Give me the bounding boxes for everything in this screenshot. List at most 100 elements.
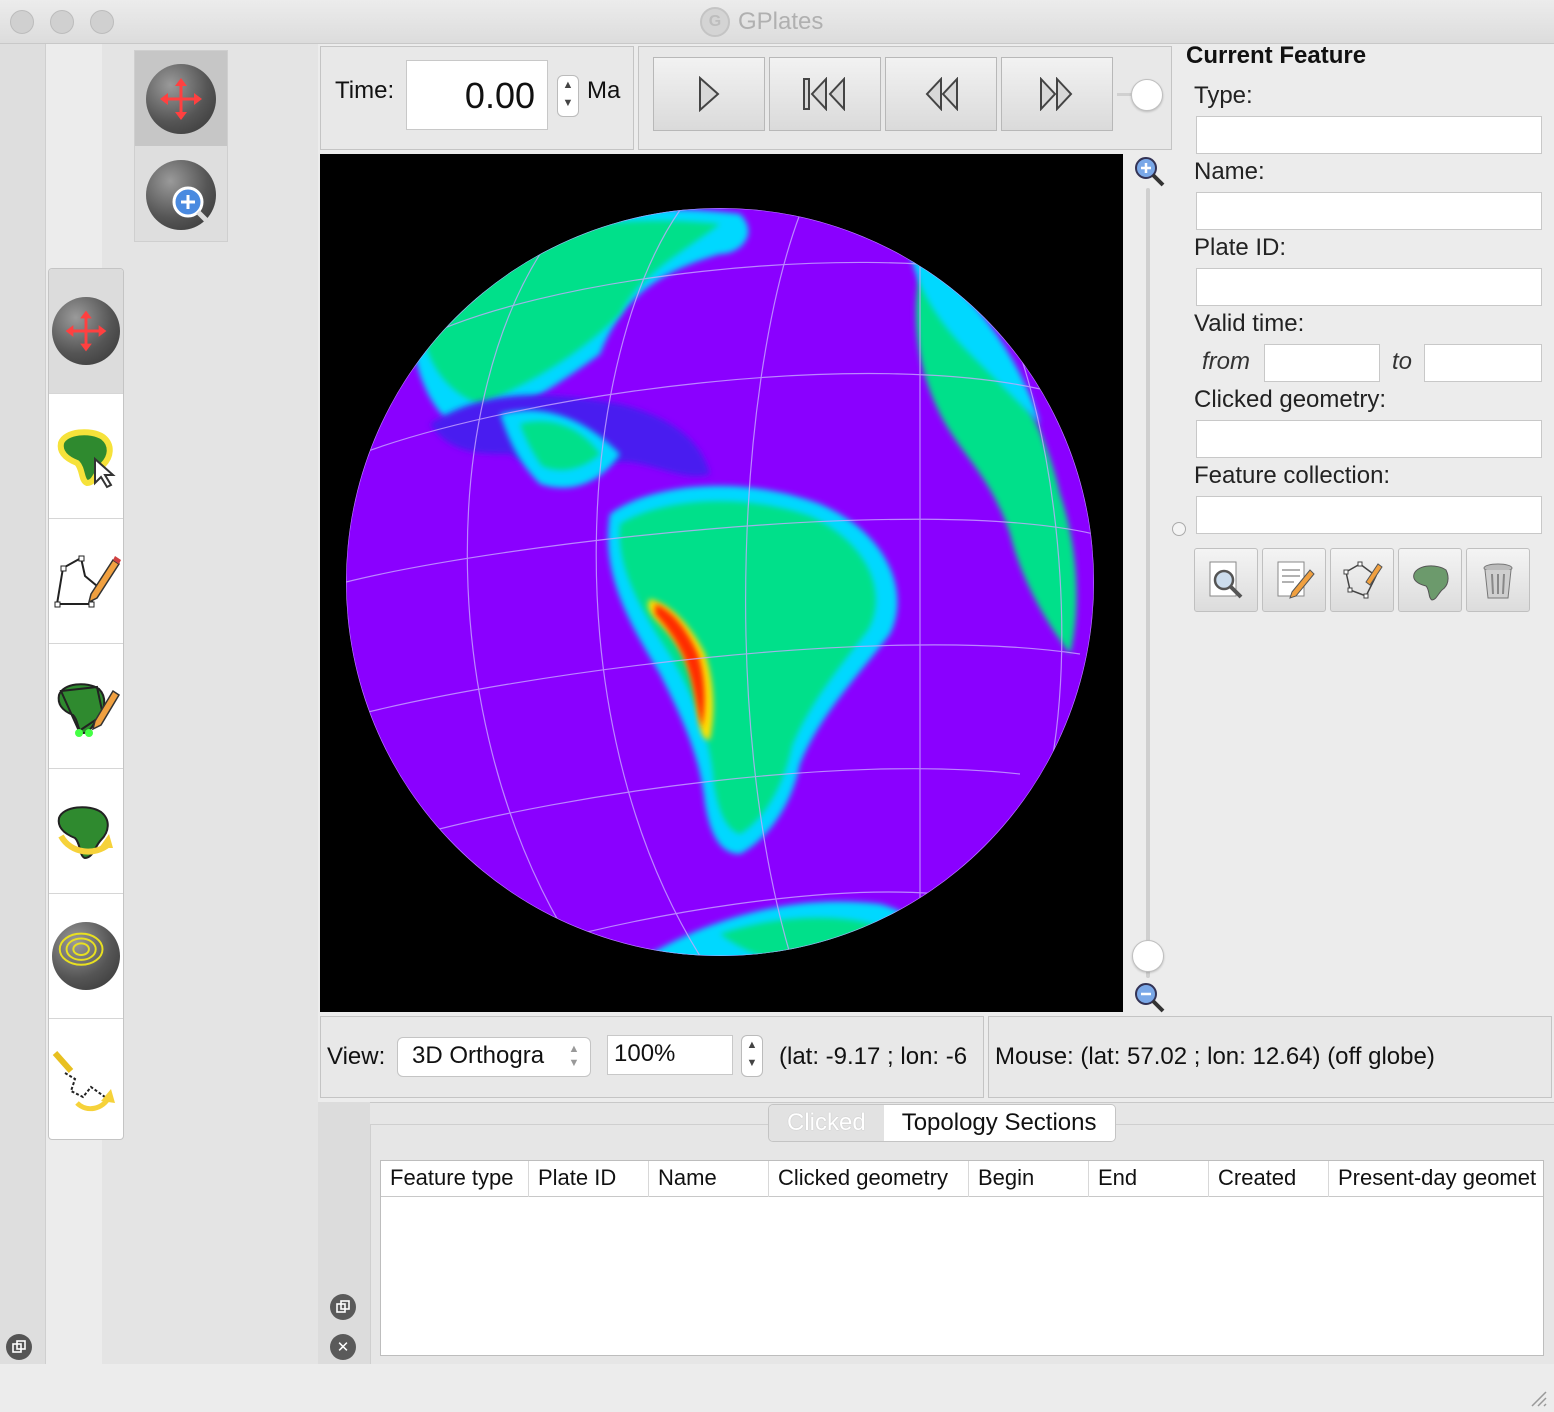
projection-value: 3D Orthogra	[412, 1042, 545, 1069]
resize-grip-icon[interactable]	[1528, 1388, 1548, 1408]
query-feature-icon	[1209, 561, 1243, 599]
feature-table-dock-strip	[318, 1102, 370, 1364]
view-bar: View: 3D Orthogra ▲ ▼ 100% ▲ ▼ (lat: -9.17…	[320, 1016, 984, 1098]
name-field[interactable]	[1196, 192, 1542, 230]
zoom-slider-track[interactable]	[1146, 188, 1150, 978]
globe-canvas[interactable]	[320, 154, 1123, 1012]
window-title: GPlates	[738, 8, 824, 35]
animation-slider-knob[interactable]	[1131, 79, 1163, 111]
globe-view[interactable]	[320, 154, 1123, 1012]
drag-globe-canvas-tool[interactable]	[49, 269, 123, 394]
feature-collection-field[interactable]	[1196, 496, 1542, 534]
mouse-coordinates-bar: Mouse: (lat: 57.02 ; lon: 12.64) (off gl…	[988, 1016, 1552, 1098]
zoom-spinner[interactable]: ▲ ▼	[741, 1035, 763, 1077]
minimize-window-button[interactable]	[50, 10, 74, 34]
column-feature-type[interactable]: Feature type	[381, 1161, 529, 1197]
time-input[interactable]: 0.00	[406, 60, 548, 130]
step-back-icon	[925, 77, 958, 111]
step-back-button[interactable]	[885, 57, 997, 131]
close-window-button[interactable]	[10, 10, 34, 34]
trash-icon	[1483, 563, 1513, 599]
split-feature-tool[interactable]	[49, 1019, 123, 1139]
valid-to-field[interactable]	[1424, 344, 1542, 382]
choose-feature-icon	[57, 429, 116, 489]
zoom-globe-tool[interactable]	[135, 147, 227, 242]
column-end[interactable]: End	[1089, 1161, 1209, 1197]
time-label: Time:	[335, 77, 395, 104]
column-begin[interactable]: Begin	[969, 1161, 1089, 1197]
undock-icon[interactable]	[6, 1334, 32, 1360]
move-vertex-tool[interactable]	[49, 644, 123, 769]
choose-feature-tool[interactable]	[49, 394, 123, 519]
name-label: Name:	[1194, 158, 1265, 185]
modify-geometry-icon	[57, 683, 121, 737]
type-field[interactable]	[1196, 116, 1542, 154]
zoom-in-icon[interactable]	[1132, 154, 1166, 188]
time-control: Time: 0.00 ▲ ▼ Ma	[320, 46, 634, 150]
digitise-geometry-tool[interactable]	[49, 519, 123, 644]
current-feature-title: Current Feature	[1186, 42, 1367, 69]
window-title-group: G GPlates	[700, 6, 823, 38]
tool-panel	[102, 44, 318, 1364]
from-label: from	[1202, 348, 1250, 375]
play-button[interactable]	[653, 57, 765, 131]
zoom-out-icon[interactable]	[1132, 980, 1166, 1014]
feature-table[interactable]: Feature type Plate ID Name Clicked geome…	[380, 1160, 1544, 1356]
feature-tabs: Clicked Topology Sections	[768, 1104, 1116, 1142]
manipulate-pole-tool[interactable]	[49, 769, 123, 894]
drag-globe-tool[interactable]	[135, 51, 227, 146]
edit-feature-button[interactable]	[1262, 548, 1326, 612]
feature-collection-label: Feature collection:	[1194, 462, 1391, 489]
left-dock-strip	[0, 44, 46, 1364]
undock-panel-icon[interactable]	[330, 1294, 356, 1320]
digitise-geometry-icon	[54, 555, 121, 608]
time-spinner[interactable]: ▲ ▼	[557, 75, 579, 117]
view-tool-palette	[134, 50, 228, 242]
chevron-up-down-icon: ▲ ▼	[568, 1043, 580, 1069]
feature-shape-icon	[1413, 565, 1449, 601]
zoom-window-button[interactable]	[90, 10, 114, 34]
valid-from-field[interactable]	[1264, 344, 1380, 382]
clicked-geometry-label: Clicked geometry:	[1194, 386, 1387, 413]
small-circle-icon	[52, 922, 120, 990]
zoom-globe-icon	[146, 159, 216, 230]
step-forward-button[interactable]	[1001, 57, 1113, 131]
tab-clicked[interactable]: Clicked	[769, 1105, 884, 1141]
play-icon	[699, 76, 720, 112]
geometry-edit-icon	[1343, 561, 1383, 599]
column-plate-id[interactable]: Plate ID	[529, 1161, 649, 1197]
column-created[interactable]: Created	[1209, 1161, 1329, 1197]
animation-control	[638, 46, 1172, 150]
column-name[interactable]: Name	[649, 1161, 769, 1197]
query-feature-button[interactable]	[1194, 548, 1258, 612]
digitise-geometry-button[interactable]	[1330, 548, 1394, 612]
edit-feature-icon	[1277, 561, 1315, 599]
delete-feature-button[interactable]	[1466, 548, 1530, 612]
view-label: View:	[327, 1043, 386, 1070]
to-label: to	[1392, 348, 1413, 375]
clone-feature-button[interactable]	[1398, 548, 1462, 612]
zoom-percent-input[interactable]: 100%	[607, 1035, 733, 1075]
column-present-day-geometry[interactable]: Present-day geomet	[1329, 1161, 1543, 1197]
zoom-slider-knob[interactable]	[1132, 940, 1164, 972]
valid-time-label: Valid time:	[1194, 310, 1305, 337]
type-label: Type:	[1194, 82, 1253, 109]
reset-icon	[803, 77, 845, 111]
column-clicked-geometry[interactable]: Clicked geometry	[769, 1161, 969, 1197]
reset-animation-button[interactable]	[769, 57, 881, 131]
plate-id-label: Plate ID:	[1194, 234, 1287, 261]
close-panel-icon[interactable]: ✕	[330, 1334, 356, 1360]
splitter-handle[interactable]	[1172, 522, 1186, 536]
canvas-tool-column	[48, 268, 124, 1140]
gplates-logo-icon: G	[700, 7, 730, 37]
small-circle-tool[interactable]	[49, 894, 123, 1019]
step-forward-icon	[1040, 77, 1073, 111]
split-feature-icon	[52, 1050, 115, 1111]
mouse-coordinates: Mouse: (lat: 57.02 ; lon: 12.64) (off gl…	[995, 1043, 1435, 1070]
tab-topology-sections[interactable]: Topology Sections	[883, 1105, 1115, 1141]
manipulate-pole-icon	[57, 806, 113, 860]
table-header: Feature type Plate ID Name Clicked geome…	[381, 1161, 1543, 1197]
plate-id-field[interactable]	[1196, 268, 1542, 306]
clicked-geometry-field[interactable]	[1196, 420, 1542, 458]
projection-select[interactable]: 3D Orthogra ▲ ▼	[397, 1037, 591, 1077]
